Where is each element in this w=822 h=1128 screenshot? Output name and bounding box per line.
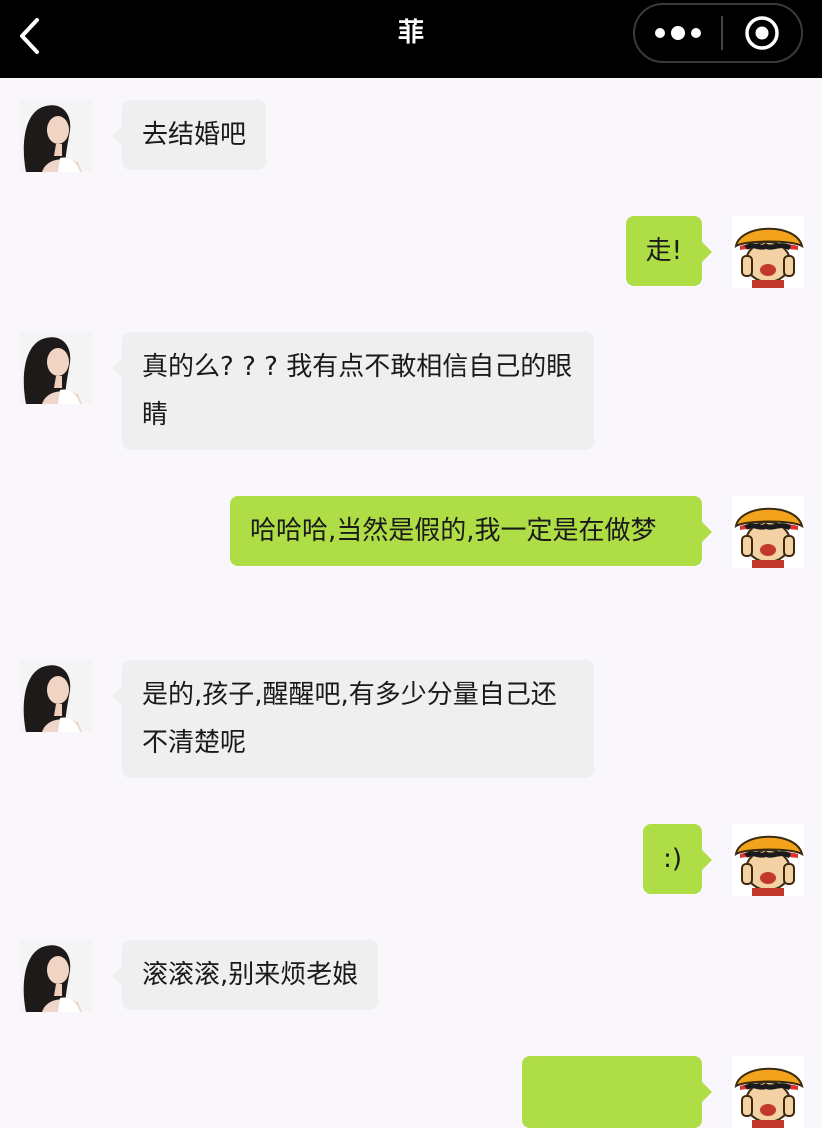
- woman-avatar-icon: [20, 332, 92, 404]
- cartoon-avatar-icon: [732, 216, 804, 288]
- mini-program-capsule: [633, 3, 803, 63]
- cartoon-avatar-icon: [732, 496, 804, 568]
- message-bubble[interactable]: 走!: [625, 216, 713, 286]
- avatar[interactable]: [732, 824, 804, 896]
- woman-avatar-icon: [20, 660, 92, 732]
- message-bubble[interactable]: 是的,孩子,醒醒吧,有多少分量自己还不清楚呢: [112, 660, 594, 778]
- woman-avatar-icon: [20, 100, 92, 172]
- avatar[interactable]: [20, 660, 92, 732]
- nav-bar: 菲: [0, 0, 822, 78]
- cartoon-avatar-icon: [732, 1056, 804, 1128]
- avatar[interactable]: [732, 1056, 804, 1128]
- close-button[interactable]: [723, 5, 801, 61]
- message-bubble[interactable]: [522, 1056, 712, 1128]
- chevron-left-icon: [20, 18, 39, 54]
- back-button[interactable]: [10, 14, 50, 58]
- avatar[interactable]: [20, 940, 92, 1012]
- more-button[interactable]: [635, 5, 721, 61]
- message-bubble[interactable]: 哈哈哈,当然是假的,我一定是在做梦: [230, 496, 712, 566]
- cartoon-avatar-icon: [732, 824, 804, 896]
- circle-target-icon: [745, 16, 779, 50]
- chat-list[interactable]: 去结婚吧 走! 真的么? ? ? 我有点不敢相信自己的眼睛 哈哈哈,当然是假的,…: [0, 78, 822, 1128]
- avatar[interactable]: [732, 216, 804, 288]
- avatar[interactable]: [20, 100, 92, 172]
- message-bubble[interactable]: 去结婚吧: [111, 100, 267, 170]
- message-bubble[interactable]: 滚滚滚,别来烦老娘: [111, 940, 379, 1010]
- avatar[interactable]: [20, 332, 92, 404]
- avatar[interactable]: [732, 496, 804, 568]
- message-bubble[interactable]: :): [643, 824, 712, 894]
- message-bubble[interactable]: 真的么? ? ? 我有点不敢相信自己的眼睛: [112, 332, 594, 450]
- woman-avatar-icon: [20, 940, 92, 1012]
- more-dots-icon: [652, 26, 704, 40]
